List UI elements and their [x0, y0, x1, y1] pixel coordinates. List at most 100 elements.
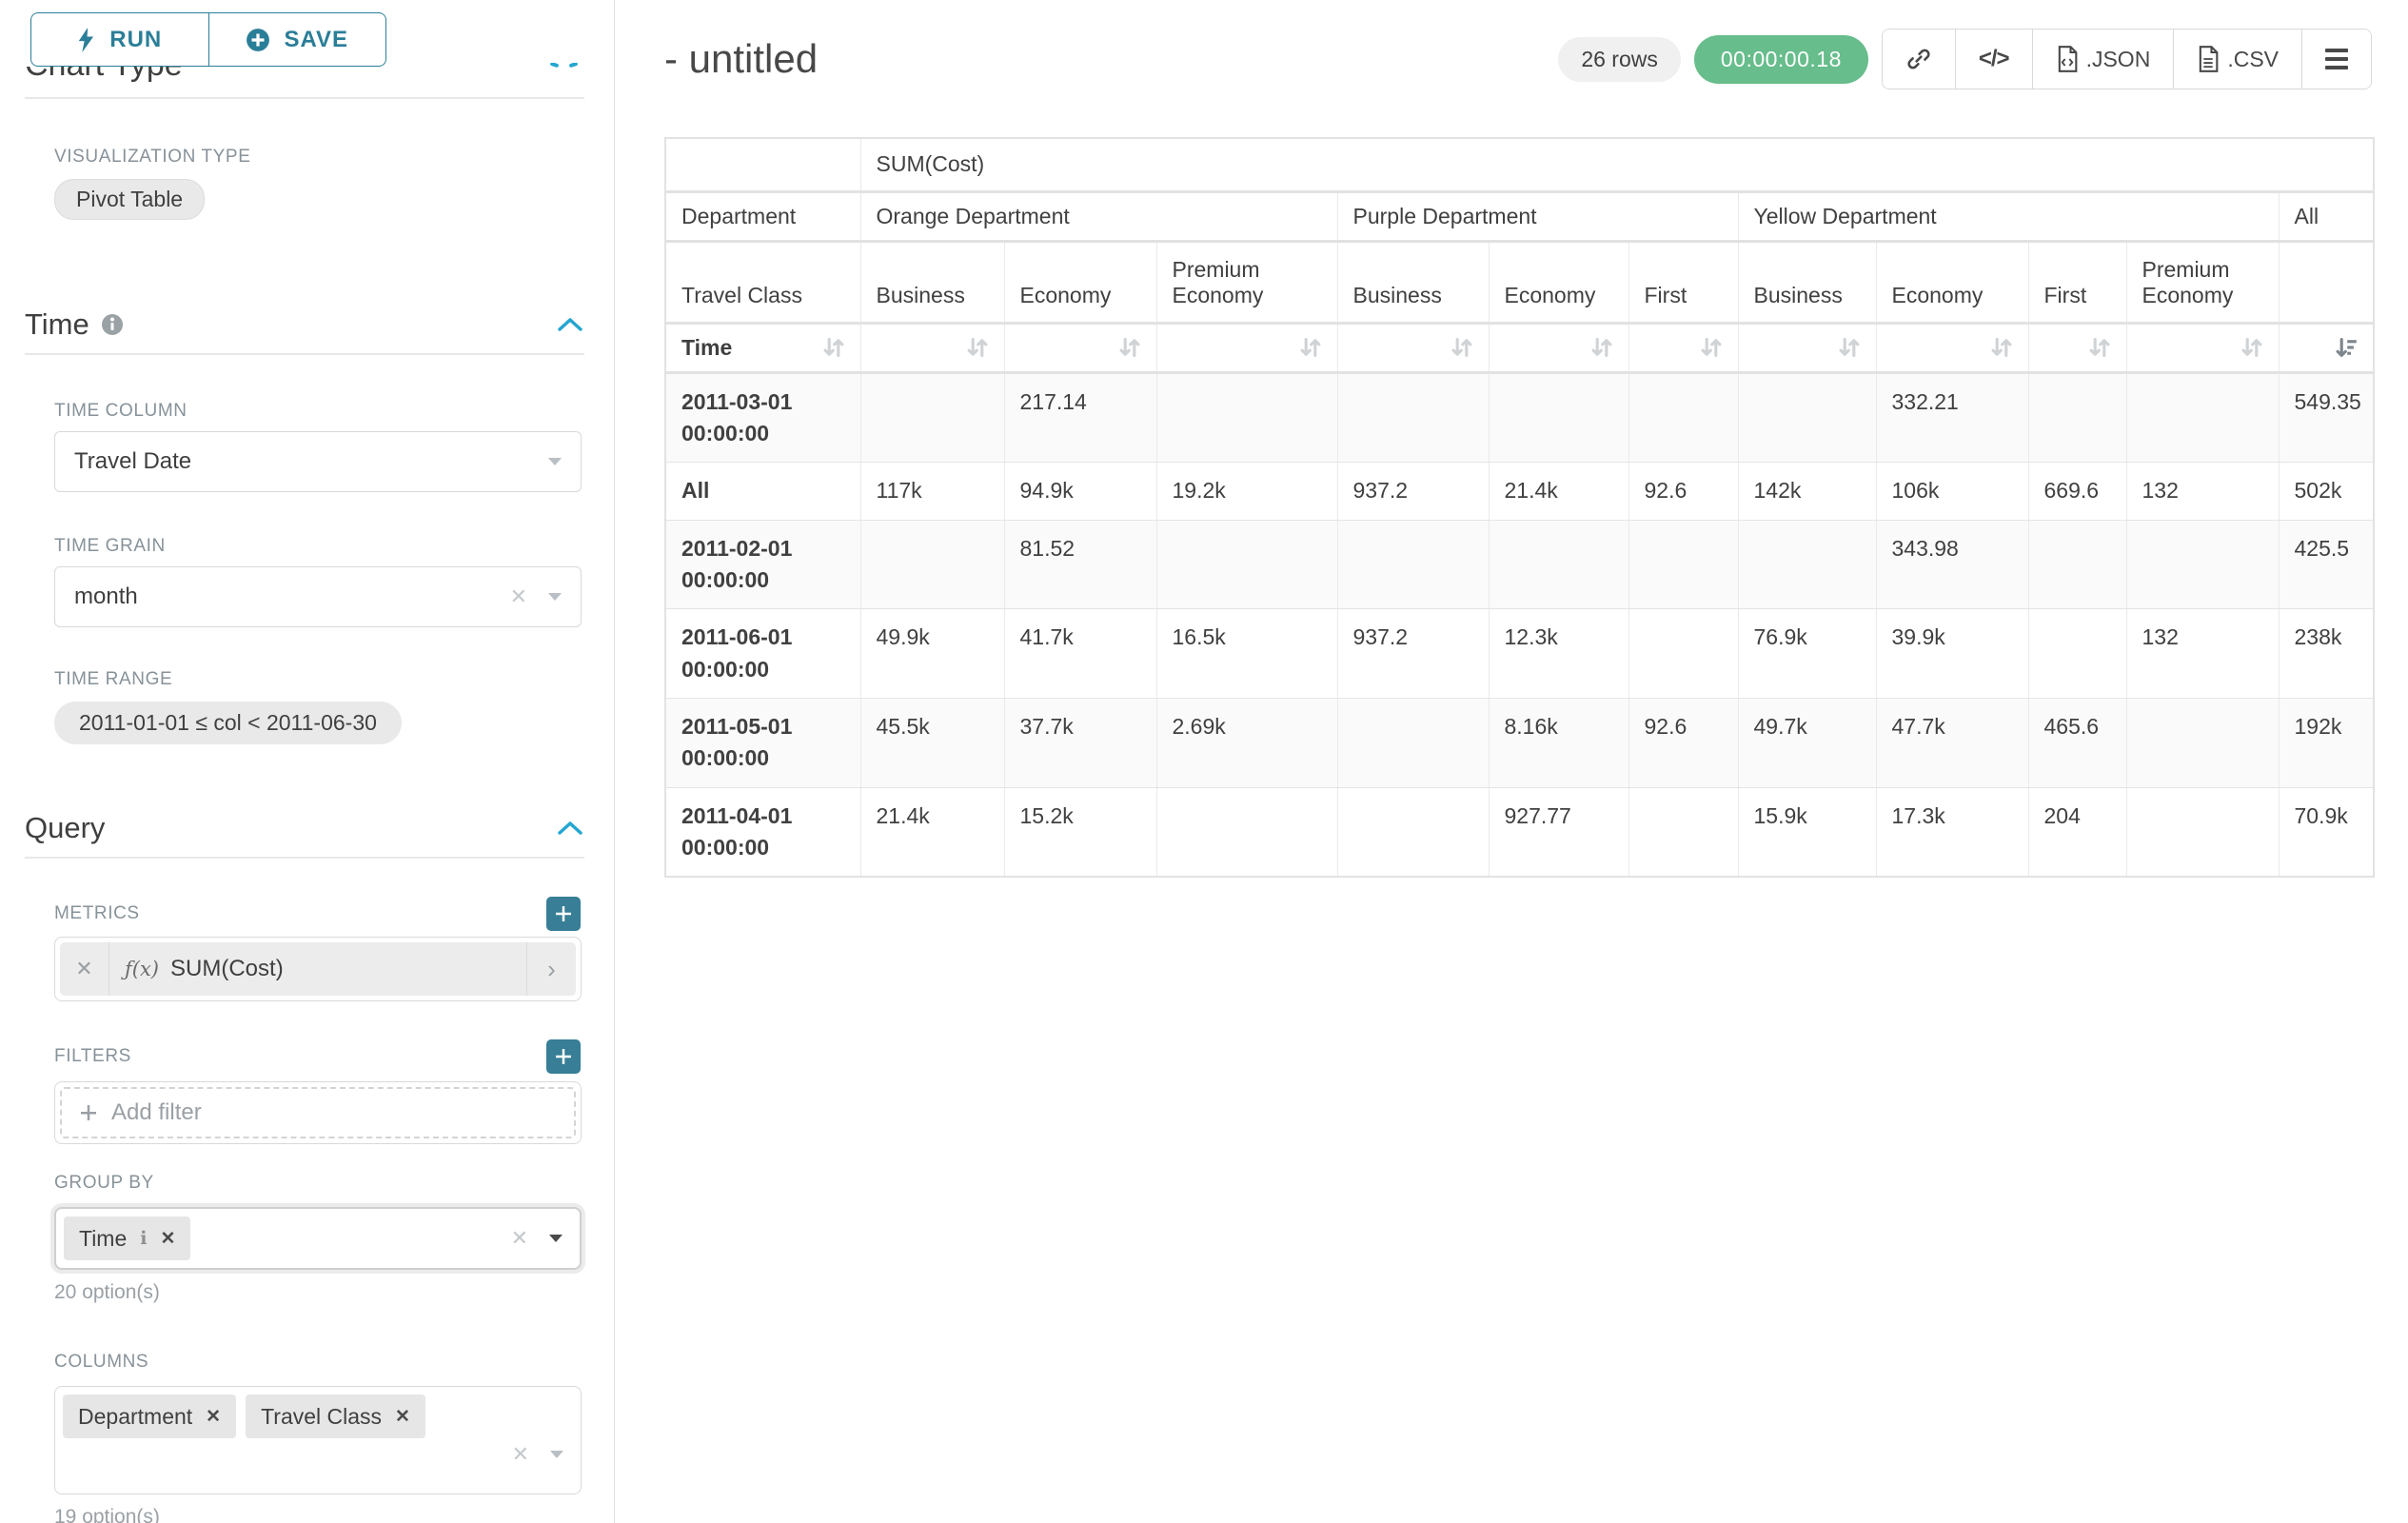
cell [1628, 609, 1738, 699]
sort-toggle-icon[interactable] [2240, 336, 2263, 359]
cell: 92.6 [1628, 463, 1738, 520]
columns-select[interactable]: Department ✕ Travel Class ✕ ✕ [54, 1386, 582, 1494]
caret-down-icon [548, 458, 562, 465]
pivot-table: SUM(Cost) Department Orange Department P… [664, 137, 2375, 878]
sort-toggle-icon[interactable] [1299, 336, 1322, 359]
cell [2126, 372, 2279, 463]
caret-down-icon[interactable] [550, 1451, 563, 1458]
fx-icon: ƒ(x) [125, 958, 159, 980]
metrics-label: METRICS [54, 903, 140, 924]
caret-right-icon[interactable]: › [526, 942, 576, 996]
add-filter-label: Add filter [111, 1099, 202, 1126]
chevron-up-icon[interactable] [557, 316, 583, 333]
cell [2126, 698, 2279, 787]
view-query-button[interactable]: </> [1955, 30, 2032, 89]
cell: 549.35 [2279, 372, 2374, 463]
pivot-table-container: SUM(Cost) Department Orange Department P… [664, 137, 2408, 878]
section-divider [25, 97, 584, 99]
sort-cell [860, 323, 1004, 372]
sort-cell [1738, 323, 1876, 372]
sort-toggle-icon[interactable] [1451, 336, 1473, 359]
cell: 17.3k [1876, 787, 2028, 877]
group-by-option-count: 20 option(s) [54, 1281, 614, 1304]
sort-toggle-icon[interactable] [1990, 336, 2013, 359]
clear-icon[interactable]: ✕ [510, 584, 527, 609]
sort-cell-active [2279, 323, 2374, 372]
sort-toggle-icon[interactable] [1118, 336, 1141, 359]
cell [860, 520, 1004, 609]
remove-pill-icon[interactable]: ✕ [206, 1406, 221, 1428]
sort-cell [2028, 323, 2126, 372]
select-controls: ✕ [512, 1442, 563, 1467]
time-range-value[interactable]: 2011-01-01 ≤ col < 2011-06-30 [54, 702, 402, 744]
time-section-header: Time [25, 307, 583, 342]
run-button[interactable]: RUN [31, 13, 208, 66]
cell: 465.6 [2028, 698, 2126, 787]
row-header: 2011-05-01 00:00:00 [665, 698, 860, 787]
remove-metric-icon[interactable]: ✕ [60, 942, 109, 996]
row-header: 2011-04-01 00:00:00 [665, 787, 860, 877]
columns-pill[interactable]: Travel Class ✕ [246, 1394, 425, 1438]
sort-toggle-icon[interactable] [1590, 336, 1613, 359]
chevron-up-icon[interactable] [557, 820, 583, 837]
cell: 106k [1876, 463, 2028, 520]
sort-descending-icon[interactable] [2335, 336, 2358, 359]
cell: 15.9k [1738, 787, 1876, 877]
time-column-value: Travel Date [74, 448, 548, 475]
sub-column-header: Economy [1876, 241, 2028, 323]
columns-pill-label: Travel Class [261, 1404, 382, 1430]
export-csv-label: .CSV [2227, 47, 2279, 72]
control-panel-sidebar: RUN SAVE Chart Type VISUALIZATION TYPE P… [0, 0, 615, 1523]
cell: 39.9k [1876, 609, 2028, 699]
group-by-pill[interactable]: Time i ✕ [64, 1216, 190, 1260]
column-group-header: Yellow Department [1738, 191, 2279, 241]
add-filter-plus-button[interactable] [546, 1039, 581, 1074]
metric-header-cell: SUM(Cost) [860, 138, 2374, 191]
header-actions: 26 rows 00:00:00.18 </> .JSON . [1558, 29, 2372, 89]
corner-cell [665, 138, 860, 191]
sort-toggle-icon[interactable] [966, 336, 989, 359]
export-json-button[interactable]: .JSON [2032, 30, 2174, 89]
sort-toggle-icon[interactable] [1838, 336, 1861, 359]
visualization-type-value[interactable]: Pivot Table [54, 179, 205, 220]
metric-header-row: SUM(Cost) [665, 138, 2374, 191]
cell [2028, 520, 2126, 609]
time-column-select[interactable]: Travel Date [54, 431, 582, 492]
clear-icon[interactable]: ✕ [511, 1226, 528, 1251]
metric-item[interactable]: ✕ ƒ(x) SUM(Cost) › [60, 942, 576, 996]
caret-down-icon[interactable] [549, 1235, 563, 1242]
sort-cell [2126, 323, 2279, 372]
group-by-select[interactable]: Time i ✕ ✕ [54, 1207, 582, 1270]
department-header-row: Department Orange Department Purple Depa… [665, 191, 2374, 241]
run-save-button-bar: RUN SAVE [30, 12, 386, 67]
cell [1337, 698, 1489, 787]
export-csv-button[interactable]: .CSV [2173, 30, 2301, 89]
page-title[interactable]: - untitled [664, 36, 818, 82]
travel-class-header-row: Travel Class Business Economy Premium Ec… [665, 241, 2374, 323]
export-json-label: .JSON [2086, 47, 2151, 72]
share-link-button[interactable] [1883, 30, 1955, 89]
file-code-icon [2056, 46, 2079, 72]
group-by-label: GROUP BY [54, 1173, 614, 1194]
add-filter-button[interactable]: Add filter [60, 1087, 576, 1138]
add-metric-button[interactable] [546, 897, 581, 931]
sort-toggle-icon[interactable] [822, 336, 845, 359]
time-column-label: TIME COLUMN [54, 401, 614, 422]
remove-pill-icon[interactable]: ✕ [160, 1228, 175, 1250]
remove-pill-icon[interactable]: ✕ [395, 1406, 410, 1428]
time-grain-select[interactable]: month ✕ [54, 566, 582, 627]
clear-icon[interactable]: ✕ [512, 1442, 529, 1467]
sort-toggle-icon[interactable] [2088, 336, 2111, 359]
cell [2126, 787, 2279, 877]
chevron-up-icon[interactable] [548, 63, 582, 69]
file-text-icon [2197, 46, 2220, 72]
row-header: 2011-02-01 00:00:00 [665, 520, 860, 609]
save-button[interactable]: SAVE [208, 13, 386, 66]
cell: 21.4k [860, 787, 1004, 877]
sort-toggle-icon[interactable] [1700, 336, 1723, 359]
cell: 12.3k [1489, 609, 1628, 699]
time-section-title: Time [25, 307, 89, 342]
more-options-button[interactable] [2301, 30, 2371, 89]
table-row: 2011-05-01 00:00:00 45.5k 37.7k 2.69k 8.… [665, 698, 2374, 787]
columns-pill[interactable]: Department ✕ [63, 1394, 236, 1438]
